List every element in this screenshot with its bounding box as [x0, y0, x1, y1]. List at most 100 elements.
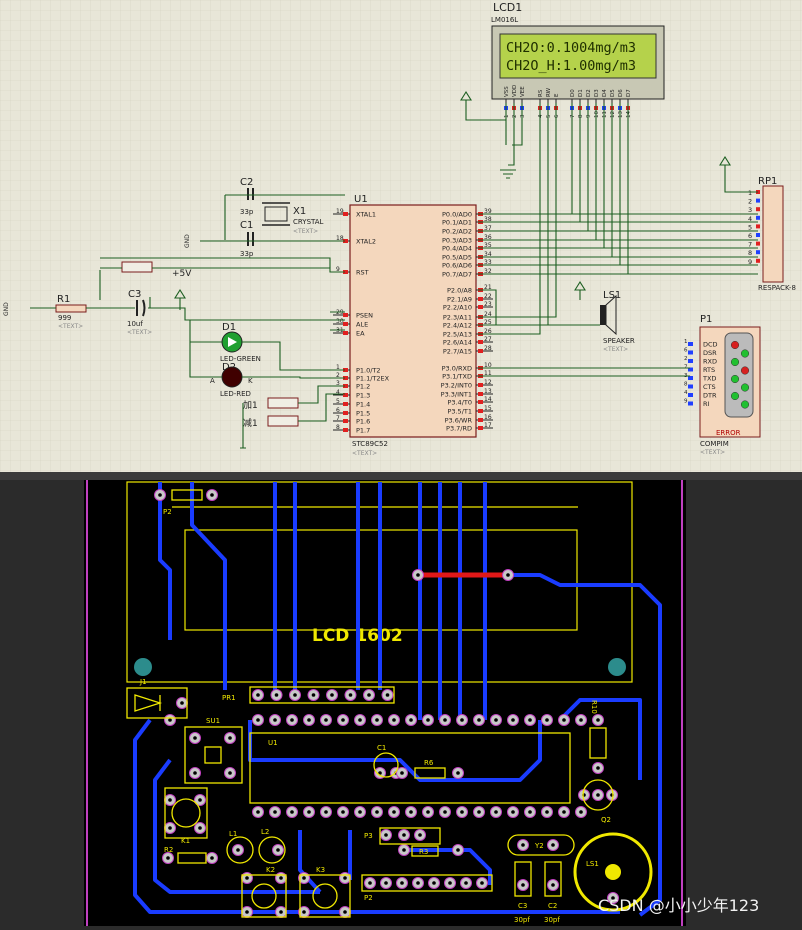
p1-signal-led: [740, 400, 750, 409]
pcb-pad-hole: [236, 848, 240, 852]
c2-ref: C2: [240, 177, 253, 188]
d2-value: LED-RED: [220, 390, 251, 398]
pcb-pad-hole: [279, 910, 283, 914]
u1-pin-marker: [478, 426, 483, 430]
u1-pin-name: P0.5/AD5: [442, 254, 472, 262]
p1-signal-led: [730, 391, 740, 401]
pcb-pad-hole: [494, 718, 498, 722]
pcb-pad-hole: [307, 810, 311, 814]
p1-pin-number: 4: [684, 390, 688, 396]
u1-pin-name: P2.6/A14: [443, 339, 472, 347]
p1-pin-marker: [688, 384, 693, 389]
button-increment-label: 加1: [243, 400, 258, 411]
pcb-label-pr1: PR1: [222, 694, 236, 702]
pcb-pad-hole: [330, 693, 334, 697]
u1-pin-name: P3.4/T0: [447, 399, 472, 407]
pcb-pad-hole: [448, 881, 452, 885]
pcb-pad-hole: [168, 798, 172, 802]
rp1-pin-marker: [756, 258, 760, 263]
u1-pin-name: P3.2/INT0: [441, 382, 472, 390]
u1-pin-name: P1.6: [356, 418, 370, 426]
p1-pin-marker: [688, 350, 693, 355]
pcb-pad-hole: [579, 810, 583, 814]
pcb-pad-hole: [210, 856, 214, 860]
pcb-pad-hole: [307, 718, 311, 722]
u1-pin-name: P2.0/A8: [447, 287, 472, 295]
u1-pin-number: 6: [336, 407, 340, 414]
rp1-model: RESPACK-8: [758, 284, 796, 292]
u1-pin-marker: [478, 383, 483, 387]
pcb-label-l2: L2: [261, 828, 269, 836]
pcb-label-q2: Q2: [601, 816, 611, 824]
rp1-pin-marker: [756, 233, 760, 237]
schematic-and-pcb-canvas: LCD1 LM016L CH2O:0.1004mg/m3 CH2O_H:1.00…: [0, 0, 802, 926]
crystal-gnd-label: GND: [184, 234, 191, 248]
pcb-pad-hole: [521, 883, 525, 887]
u1-pin-marker: [343, 331, 348, 335]
d1-ref: D1: [222, 322, 236, 333]
pcb-pad-hole: [343, 876, 347, 880]
u1-pin-number: 7: [336, 415, 340, 422]
vcc-label: +5V: [172, 269, 192, 279]
pcb-pad-hole: [375, 718, 379, 722]
pcb-pad-hole: [460, 810, 464, 814]
lcd1-model: LM016L: [491, 16, 518, 24]
u1-pin-name: P0.4/AD4: [442, 245, 472, 253]
lcd-pin-number: 11: [602, 111, 608, 118]
c1-ref: C1: [240, 220, 253, 231]
pcb-pad-hole: [416, 881, 420, 885]
pcb-pad-hole: [528, 810, 532, 814]
rp1-pin-marker: [756, 224, 760, 229]
pcb-pad-hole: [256, 693, 260, 697]
d2-anode: A: [210, 377, 215, 385]
u1-pin-name: P2.2/A10: [443, 304, 472, 312]
button-increment[interactable]: [267, 397, 299, 409]
p1-signal-led: [740, 366, 750, 375]
u1-microcontroller[interactable]: U1 STC89C52 <TEXT> 19 XTAL118 XTAL29 RST29 P…: [333, 194, 493, 457]
pcb-pad-hole: [368, 881, 372, 885]
pcb-label-r10: R10: [590, 700, 598, 714]
watermark: CSDN @小小少年123: [598, 896, 759, 915]
reset-button-body[interactable]: [121, 261, 153, 273]
pcb-pad-hole: [477, 810, 481, 814]
pcb-pad-hole: [384, 833, 388, 837]
lcd-pin-name: D2: [586, 89, 592, 97]
lcd-pin-number: 10: [594, 111, 600, 118]
u1-pin-marker: [343, 313, 348, 317]
lcd-pin-name: D0: [570, 89, 576, 97]
pcb-pad-hole: [324, 810, 328, 814]
pcb-pad-hole: [274, 693, 279, 697]
u1-pin-marker: [343, 411, 348, 415]
u1-pin-name: P3.0/RXD: [442, 365, 472, 373]
u1-pin-name: P1.0/T2: [356, 367, 381, 375]
pcb-pad-hole: [596, 766, 600, 770]
pcb-pad-hole: [245, 910, 249, 914]
u1-pin-name: P1.3: [356, 392, 370, 400]
pcb-pad-hole: [343, 910, 347, 914]
pcb-pad-hole: [579, 718, 583, 722]
u1-right-pins: 39P0.0/AD038P0.1/AD137P0.2/AD236P0.3/AD3…: [441, 208, 493, 433]
ls1-magnet: [600, 305, 606, 325]
button-decrement[interactable]: [267, 415, 299, 427]
x1-ref: X1: [293, 206, 306, 217]
p1-model: COMPIM: [700, 440, 729, 448]
u1-pin-marker: [343, 402, 348, 406]
p1-pin-number: 6: [684, 348, 688, 354]
u1-pin-number: 23: [484, 301, 492, 308]
p1-pin-number: 8: [684, 382, 688, 388]
pcb-pad-hole: [193, 736, 197, 740]
lcd-pin-number: 9: [586, 114, 592, 118]
lcd-pin-name: VSS: [504, 86, 510, 97]
pcb-label-r6: R6: [424, 759, 434, 767]
pcb-label-c3-value: 30pf: [514, 916, 530, 924]
reset-gnd-label: GND: [3, 302, 10, 316]
p1-signal-led: [730, 357, 740, 367]
pcb-pad-hole: [166, 856, 170, 860]
pcb-pad-hole: [480, 881, 484, 885]
u1-pin-number: 28: [484, 345, 492, 352]
p1-pin-name: RTS: [703, 366, 715, 374]
u1-pin-marker: [478, 418, 483, 422]
pcb-pad-hole: [276, 848, 280, 852]
rp1-pin-number: 6: [748, 232, 752, 240]
pcb-pad-hole: [293, 693, 297, 697]
